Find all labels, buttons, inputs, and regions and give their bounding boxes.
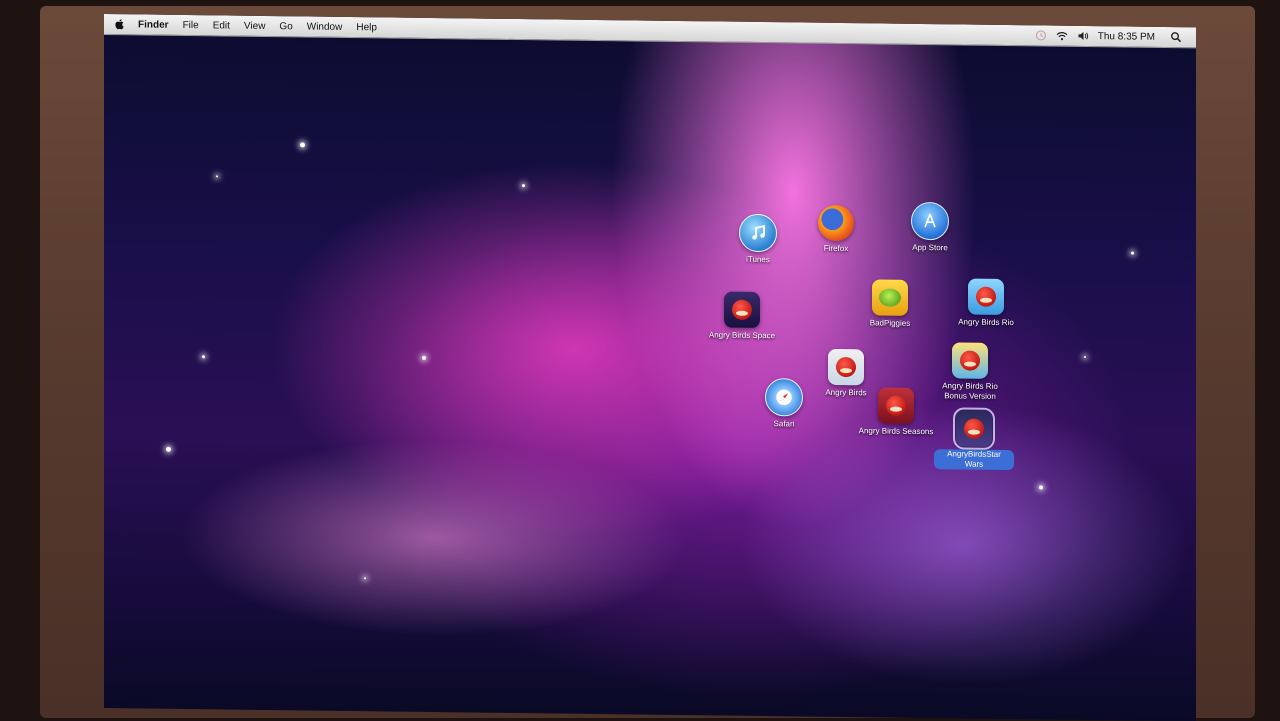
angry-birds-icon: [828, 348, 864, 386]
menu-view[interactable]: View: [244, 20, 266, 31]
angry-birds-space-icon: [724, 291, 760, 329]
desktop-icon-safari[interactable]: Safari: [744, 378, 824, 430]
menu-file[interactable]: File: [183, 19, 199, 30]
bad-piggies-icon: [872, 279, 908, 316]
spotlight-icon[interactable]: [1170, 31, 1182, 43]
menu-extras: Thu 8:35 PM: [1035, 29, 1182, 43]
bird-graphic: [960, 350, 980, 371]
star: [1039, 485, 1043, 490]
desktop-icon-label: Angry Birds Rio: [958, 317, 1014, 328]
desktop-icon-itunes[interactable]: iTunes: [718, 213, 798, 266]
menu-finder[interactable]: Finder: [138, 19, 169, 30]
desktop-icon-angry-birds-star-wars[interactable]: AngryBirdsStar Wars: [934, 407, 1014, 471]
angry-birds-star-wars-icon: [953, 407, 995, 450]
star: [422, 355, 426, 360]
desktop-icon-label: Angry Birds Rio Bonus Version: [942, 381, 998, 401]
desktop-icon-label: Safari: [773, 419, 795, 429]
bird-graphic: [836, 356, 856, 378]
menu-clock[interactable]: Thu 8:35 PM: [1098, 31, 1155, 43]
volume-icon[interactable]: [1077, 30, 1089, 42]
pig-graphic: [879, 288, 901, 307]
desktop-icon-label: App Store: [912, 242, 948, 253]
menu-go[interactable]: Go: [279, 21, 292, 32]
time-machine-icon[interactable]: [1035, 29, 1047, 41]
star: [216, 175, 218, 178]
angry-birds-rio-bonus-icon: [952, 342, 988, 379]
star: [364, 577, 366, 580]
bird-graphic: [886, 395, 906, 416]
desktop-icon-angry-birds-rio[interactable]: Angry Birds Rio: [946, 278, 1026, 328]
desktop-icon-bad-piggies[interactable]: BadPiggies: [850, 279, 930, 329]
desktop-icon-angry-birds-space[interactable]: Angry Birds Space: [702, 291, 782, 341]
apple-menu-icon[interactable]: [114, 18, 126, 30]
star: [1131, 251, 1134, 255]
desktop-icon-label: BadPiggies: [869, 318, 911, 328]
firefox-icon: [818, 204, 854, 242]
desktop-icon-label: Angry Birds Seasons: [858, 426, 934, 437]
star: [166, 446, 171, 452]
star: [1084, 355, 1086, 358]
star: [300, 142, 305, 148]
mac-desktop-screen: Finder File Edit View Go Window Help Thu…: [104, 14, 1196, 721]
bird-graphic: [976, 286, 996, 307]
desktop-icon-label: iTunes: [746, 254, 770, 265]
angry-birds-seasons-icon: [878, 387, 914, 424]
bird-graphic: [732, 299, 752, 320]
menu-window[interactable]: Window: [307, 21, 343, 32]
star: [522, 184, 525, 188]
safari-icon: [765, 378, 803, 417]
menu-help[interactable]: Help: [356, 22, 377, 33]
app-store-icon: [911, 201, 949, 241]
menu-edit[interactable]: Edit: [213, 20, 230, 31]
desktop-icon-app-store[interactable]: App Store: [890, 201, 970, 254]
angry-birds-rio-icon: [968, 278, 1004, 315]
itunes-icon: [739, 213, 777, 253]
desktop-icon-angry-birds-seasons[interactable]: Angry Birds Seasons: [856, 387, 936, 437]
desktop-icon-label: Firefox: [823, 243, 849, 254]
desktop-icon-angry-birds-rio-bonus[interactable]: Angry Birds Rio Bonus Version: [930, 342, 1010, 402]
star: [202, 355, 205, 359]
bird-graphic: [964, 418, 984, 439]
desktop-icon-firefox[interactable]: Firefox: [796, 204, 876, 254]
desktop-icon-label: Angry Birds Space: [708, 330, 776, 341]
wifi-icon[interactable]: [1056, 30, 1068, 42]
desktop-icon-label: AngryBirdsStar Wars: [934, 449, 1014, 471]
